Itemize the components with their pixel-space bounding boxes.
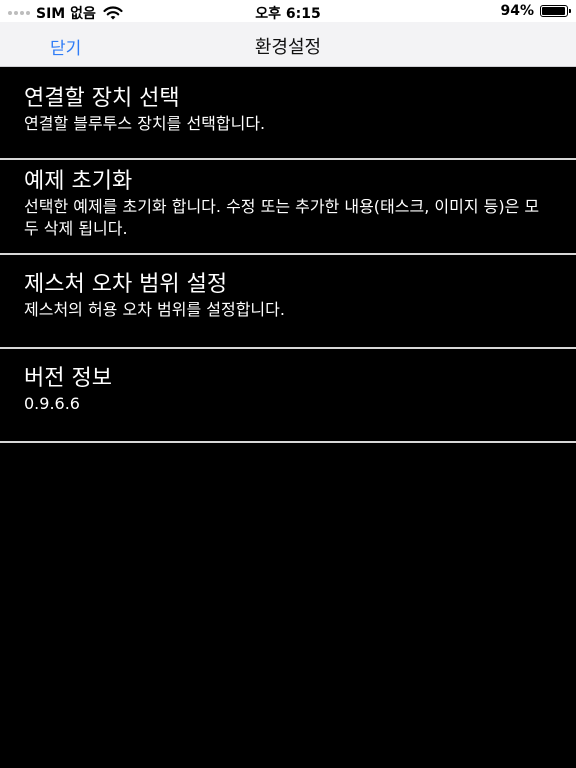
status-time: 오후 6:15 bbox=[255, 6, 321, 22]
setting-row-connect-device[interactable]: 연결할 장치 선택 연결할 블루투스 장치를 선택합니다. bbox=[0, 67, 576, 160]
status-right: 94% bbox=[500, 3, 571, 19]
setting-row-reset-examples[interactable]: 예제 초기화 선택한 예제를 초기화 합니다. 수정 또는 추가한 내용(태스크… bbox=[0, 160, 576, 255]
setting-title: 연결할 장치 선택 bbox=[24, 86, 180, 111]
status-bar: SIM 없음 오후 6:15 94% bbox=[0, 0, 576, 22]
navigation-bar: 닫기 환경설정 bbox=[0, 22, 576, 67]
setting-title: 버전 정보 bbox=[24, 366, 112, 391]
setting-row-gesture-tolerance[interactable]: 제스처 오차 범위 설정 제스처의 허용 오차 범위를 설정합니다. bbox=[0, 255, 576, 349]
setting-row-version-info[interactable]: 버전 정보 0.9.6.6 bbox=[0, 349, 576, 443]
page-title: 환경설정 bbox=[254, 37, 322, 58]
setting-description: 0.9.6.6 bbox=[24, 394, 80, 413]
setting-description: 선택한 예제를 초기화 합니다. 수정 또는 추가한 내용(태스크, 이미지 등… bbox=[24, 197, 540, 238]
setting-title: 예제 초기화 bbox=[24, 169, 133, 194]
setting-title: 제스처 오차 범위 설정 bbox=[24, 272, 228, 297]
battery-icon bbox=[540, 5, 571, 17]
settings-list: 연결할 장치 선택 연결할 블루투스 장치를 선택합니다. 예제 초기화 선택한… bbox=[0, 67, 576, 443]
battery-fill bbox=[542, 7, 565, 15]
battery-percent: 94% bbox=[500, 3, 534, 19]
setting-description: 연결할 블루투스 장치를 선택합니다. bbox=[24, 114, 266, 133]
setting-description: 제스처의 허용 오차 범위를 설정합니다. bbox=[24, 300, 285, 319]
